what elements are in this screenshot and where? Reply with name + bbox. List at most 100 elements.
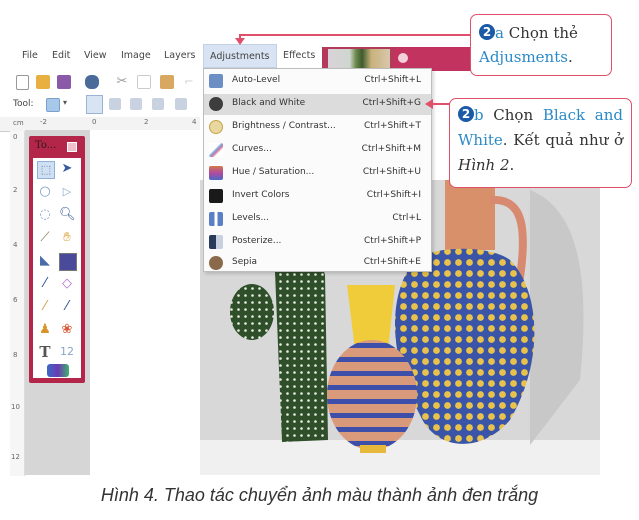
- tools-window-close-icon[interactable]: [67, 142, 77, 152]
- menu-item-curves[interactable]: Curves... Ctrl+Shift+M: [204, 140, 431, 161]
- print-icon[interactable]: [85, 75, 99, 89]
- cactus-vase: [274, 257, 328, 442]
- step-number-badge: 2: [479, 24, 495, 40]
- menu-item-shortcut: Ctrl+Shift+T: [363, 121, 421, 131]
- brightness-icon: [209, 120, 223, 134]
- tool-dropdown-icon[interactable]: ▾: [63, 98, 67, 107]
- ruler-tick: 12: [11, 453, 20, 461]
- callout-step-2a: 2a Chọn thẻ Adjusments.: [470, 14, 612, 76]
- menu-image[interactable]: Image: [121, 50, 151, 61]
- vertical-ruler: 0 2 4 6 8 10 12: [10, 131, 25, 476]
- menu-layers[interactable]: Layers: [164, 50, 195, 61]
- menu-item-auto-level[interactable]: Auto-Level Ctrl+Shift+L: [204, 71, 431, 92]
- ruler-tick: 2: [13, 186, 18, 194]
- menu-item-sepia[interactable]: Sepia Ctrl+Shift+E: [204, 255, 431, 271]
- toolbar: [0, 72, 205, 94]
- callout-text: .: [509, 156, 515, 174]
- move-selected-icon[interactable]: ▷: [59, 184, 75, 200]
- text-icon[interactable]: T: [37, 344, 53, 360]
- menu-item-label: Brightness / Contrast...: [232, 121, 336, 131]
- menu-item-invert-colors[interactable]: Invert Colors Ctrl+Shift+I: [204, 186, 431, 207]
- levels-icon: [209, 212, 223, 226]
- pencil-icon[interactable]: ⁄: [37, 299, 53, 315]
- menu-item-label: Black and White: [232, 98, 306, 108]
- selection-mode-exclude[interactable]: [130, 98, 142, 110]
- menu-effects[interactable]: Effects: [283, 50, 315, 61]
- menu-item-posterize[interactable]: Posterize... Ctrl+Shift+P: [204, 232, 431, 253]
- step-number-badge: 2: [458, 106, 474, 122]
- gradient-icon[interactable]: [59, 253, 77, 271]
- vase-shadow: [530, 190, 584, 445]
- line-curve-icon[interactable]: 12: [59, 344, 75, 360]
- step-letter: a: [495, 24, 504, 42]
- callout-highlight: Adjusments: [479, 48, 568, 66]
- tab-close-icon[interactable]: [398, 53, 408, 63]
- menu-item-shortcut: Ctrl+Shift+E: [363, 257, 421, 267]
- pitcher-neck: [445, 180, 495, 250]
- ruler-tick: 2: [144, 118, 149, 126]
- menu-item-shortcut: Ctrl+Shift+U: [362, 167, 421, 177]
- figure-reference: Hình 2: [458, 156, 510, 174]
- callout-a-connector: [240, 34, 471, 36]
- menu-item-black-and-white[interactable]: Black and White Ctrl+Shift+G: [204, 94, 431, 115]
- eraser-icon[interactable]: ◇: [59, 276, 75, 292]
- arrow-down-icon: [235, 38, 245, 45]
- menu-view[interactable]: View: [84, 50, 107, 61]
- callout-text: . Kết quả như ở: [502, 131, 623, 149]
- menu-adjustments[interactable]: Adjustments: [203, 44, 277, 68]
- blue-dotted-vase: [395, 248, 535, 444]
- lasso-select-icon[interactable]: ○: [37, 184, 53, 200]
- tool-options-bar: Tool: ▾: [0, 95, 205, 115]
- paintbrush-icon[interactable]: ⁄: [37, 276, 53, 292]
- adjustments-menu: Auto-Level Ctrl+Shift+L Black and White …: [203, 68, 432, 272]
- menu-item-label: Posterize...: [232, 236, 282, 246]
- tools-window-title: To...: [35, 140, 57, 151]
- curves-icon: [209, 143, 223, 157]
- clone-stamp-icon[interactable]: ♟: [37, 322, 53, 338]
- new-file-icon[interactable]: [16, 75, 29, 90]
- menu-item-shortcut: Ctrl+Shift+M: [361, 144, 421, 154]
- figure-caption: Hình 4. Thao tác chuyển ảnh màu thành ản…: [100, 485, 539, 505]
- menu-item-label: Levels...: [232, 213, 270, 223]
- current-tool-icon[interactable]: [46, 98, 60, 112]
- ellipse-select-icon[interactable]: ◌: [37, 207, 53, 223]
- selection-mode-intersect[interactable]: [152, 98, 164, 110]
- cut-icon[interactable]: ✂: [115, 75, 129, 89]
- paste-icon[interactable]: [160, 75, 174, 89]
- crop-icon[interactable]: ⌐: [182, 75, 196, 89]
- color-picker-icon[interactable]: ⁄: [59, 299, 75, 315]
- recolor-icon[interactable]: ❀: [59, 322, 75, 338]
- selection-mode-xor[interactable]: [175, 98, 187, 110]
- menu-item-shortcut: Ctrl+Shift+I: [366, 190, 421, 200]
- striped-vase: [327, 340, 417, 450]
- tools-palette: ⬚ ➤ ○ ▷ ◌ 🔍︎ ⟋ ✋︎ ◣ ⁄ ◇ ⁄ ⁄ ♟ ❀ T 12: [33, 158, 81, 378]
- magic-wand-icon[interactable]: ⟋: [37, 230, 53, 246]
- callout-b-connector: [432, 103, 450, 105]
- menu-item-brightness-contrast[interactable]: Brightness / Contrast... Ctrl+Shift+T: [204, 117, 431, 138]
- menu-edit[interactable]: Edit: [52, 50, 70, 61]
- shapes-icon[interactable]: [47, 364, 69, 377]
- zoom-icon[interactable]: 🔍︎: [59, 207, 76, 223]
- menu-item-label: Invert Colors: [232, 190, 290, 200]
- paint-bucket-icon[interactable]: ◣: [37, 253, 53, 269]
- ruler-tick: 0: [92, 118, 97, 126]
- menu-file[interactable]: File: [22, 50, 38, 61]
- callout-text: Chọn thẻ: [508, 24, 578, 42]
- menu-item-shortcut: Ctrl+Shift+L: [364, 75, 421, 85]
- menu-item-shortcut: Ctrl+Shift+G: [362, 98, 421, 108]
- selection-mode-replace[interactable]: [86, 95, 103, 114]
- selection-mode-union[interactable]: [109, 98, 121, 110]
- rectangle-select-icon[interactable]: ⬚: [37, 161, 55, 179]
- move-selection-icon[interactable]: ➤: [59, 161, 75, 177]
- callout-text: .: [567, 48, 573, 66]
- striped-vase-foot: [360, 445, 386, 453]
- callout-step-2b: 2b Chọn Black and White. Kết quả như ở H…: [449, 98, 632, 188]
- pan-icon[interactable]: ✋︎: [59, 230, 75, 246]
- open-folder-icon[interactable]: [36, 75, 50, 89]
- menu-item-hue-saturation[interactable]: Hue / Saturation... Ctrl+Shift+U: [204, 163, 431, 184]
- menu-item-levels[interactable]: Levels... Ctrl+L: [204, 209, 431, 230]
- save-icon[interactable]: [57, 75, 71, 89]
- copy-icon[interactable]: [137, 75, 151, 89]
- arrow-left-icon: [425, 99, 433, 109]
- ruler-unit: cm: [13, 119, 24, 127]
